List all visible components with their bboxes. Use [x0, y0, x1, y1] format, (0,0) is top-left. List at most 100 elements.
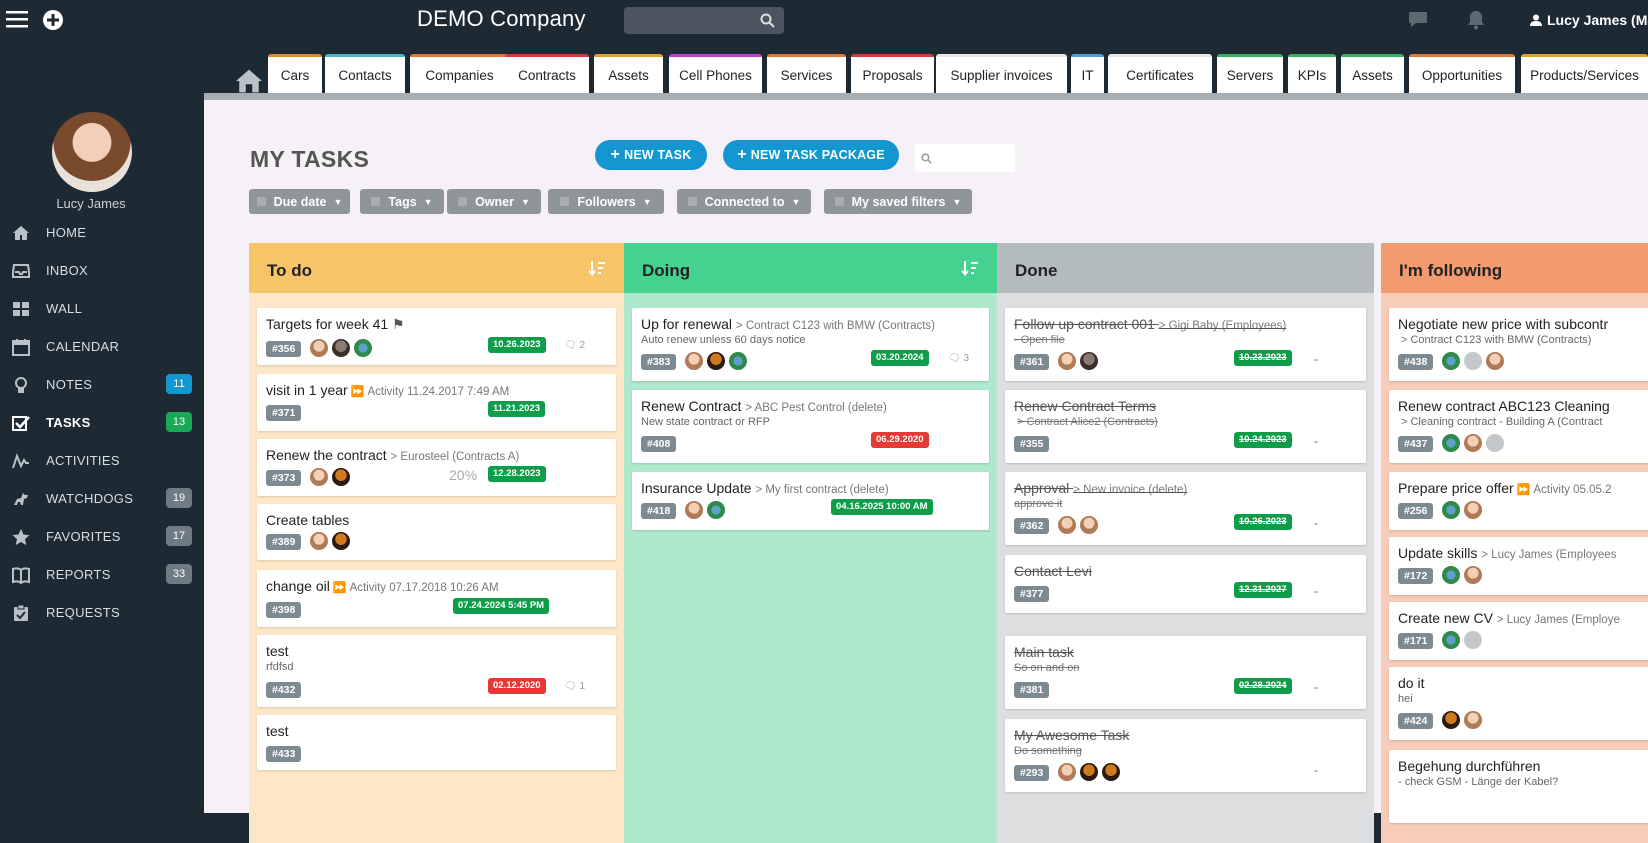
task-card[interactable]: Negotiate new price with subcontr > Contr… [1389, 308, 1648, 381]
tab-assets[interactable]: Assets [594, 54, 663, 94]
tab-proposals[interactable]: Proposals [851, 54, 934, 94]
task-card[interactable]: Begehung durchführen - check GSM - Länge … [1389, 750, 1648, 823]
task-menu-button[interactable]: - [1314, 516, 1318, 530]
tab-products-services[interactable]: Products/Services [1521, 54, 1648, 94]
sidebar-item-wall[interactable]: WALL [0, 289, 204, 327]
menu-icon[interactable] [6, 10, 28, 28]
add-circle-icon[interactable] [42, 9, 64, 31]
sort-icon[interactable] [961, 260, 979, 278]
sidebar-item-activities[interactable]: ACTIVITIES [0, 441, 204, 479]
new-task-button[interactable]: + NEW TASK [595, 140, 707, 170]
avatar[interactable] [1463, 565, 1483, 585]
tab-opportunities[interactable]: Opportunities [1409, 54, 1515, 94]
avatar[interactable] [1463, 433, 1483, 453]
avatar[interactable] [1441, 565, 1461, 585]
avatar[interactable] [684, 500, 704, 520]
sidebar-item-notes[interactable]: NOTES 11 [0, 365, 204, 403]
task-card[interactable]: test #433 [257, 715, 616, 770]
task-card[interactable]: Up for renewal > Contract C123 with BMW … [632, 308, 989, 381]
sidebar-item-inbox[interactable]: INBOX [0, 251, 204, 289]
task-card[interactable]: Insurance Update > My first contract (de… [632, 472, 989, 530]
tab-kpis[interactable]: KPIs [1288, 54, 1336, 94]
task-card[interactable]: Renew contract ABC123 Cleaning > Cleaning… [1389, 390, 1648, 463]
avatar[interactable] [728, 351, 748, 371]
home-tab-icon[interactable] [236, 66, 262, 96]
task-menu-button[interactable]: - [1314, 763, 1318, 777]
tab-assets[interactable]: Assets [1341, 54, 1404, 94]
filter-owner[interactable]: Owner ▼ [447, 189, 541, 214]
task-card[interactable]: Renew the contract > Eurosteel (Contract… [257, 439, 616, 496]
avatar[interactable] [52, 112, 132, 192]
task-card[interactable]: Renew Contract > ABC Pest Control (delet… [632, 390, 989, 463]
filter-tags[interactable]: Tags ▼ [360, 189, 444, 214]
tab-certificates[interactable]: Certificates [1108, 54, 1212, 94]
global-search-input[interactable] [624, 7, 784, 34]
sidebar-item-watchdogs[interactable]: WATCHDOGS 19 [0, 479, 204, 517]
avatar[interactable] [1079, 351, 1099, 371]
task-menu-button[interactable]: - [1314, 584, 1318, 598]
avatar[interactable] [331, 531, 351, 551]
task-card[interactable]: Main task So on and on #381 02.28.2024 - [1005, 636, 1366, 709]
sidebar-item-tasks[interactable]: TASKS 13 [0, 403, 204, 441]
sidebar-item-reports[interactable]: REPORTS 33 [0, 555, 204, 593]
tab-cars[interactable]: Cars [268, 54, 322, 94]
task-card[interactable]: Update skills > Lucy James (Employees #17… [1389, 537, 1648, 595]
avatar[interactable] [309, 467, 329, 487]
avatar[interactable] [1441, 433, 1461, 453]
avatar[interactable] [1485, 351, 1505, 371]
tab-contacts[interactable]: Contacts [325, 54, 405, 94]
filter-followers[interactable]: Followers ▼ [548, 189, 664, 214]
company-name[interactable]: DEMO Company [417, 6, 586, 32]
avatar[interactable] [1057, 762, 1077, 782]
task-card[interactable]: Create new CV > Lucy James (Employe #171 [1389, 602, 1648, 660]
avatar[interactable] [1463, 630, 1483, 650]
filter-due-date[interactable]: Due date ▼ [249, 189, 350, 214]
avatar[interactable] [1463, 351, 1483, 371]
avatar[interactable] [1079, 515, 1099, 535]
task-card[interactable]: change oil ⏩ Activity 07.17.2018 10:26 A… [257, 570, 616, 627]
task-card[interactable]: test rfdfsd #432 02.12.2020 🗨 1 [257, 635, 616, 707]
avatar[interactable] [1441, 630, 1461, 650]
user-menu[interactable]: Lucy James (Ma [1547, 12, 1648, 28]
avatar[interactable] [706, 500, 726, 520]
comment-count[interactable]: 🗨 1 [564, 681, 585, 692]
task-menu-button[interactable]: - [1314, 680, 1318, 694]
task-card[interactable]: visit in 1 year ⏩ Activity 11.24.2017 7:… [257, 374, 616, 431]
tab-supplier-invoices[interactable]: Supplier invoices [936, 54, 1067, 94]
avatar[interactable] [1441, 710, 1461, 730]
task-card[interactable]: Prepare price offer ⏩ Activity 05.05.2 #2… [1389, 472, 1648, 530]
tab-servers[interactable]: Servers [1217, 54, 1283, 94]
tab-companies[interactable]: Companies [410, 54, 509, 94]
bell-icon[interactable] [1467, 10, 1485, 30]
chat-icon[interactable] [1408, 11, 1428, 28]
new-task-package-button[interactable]: + NEW TASK PACKAGE [723, 140, 899, 170]
tab-contracts[interactable]: Contracts [505, 54, 589, 94]
filter-my-saved-filters[interactable]: My saved filters ▼ [824, 189, 972, 214]
task-card[interactable]: Contact Levi #377 12.31.2027 - [1005, 555, 1366, 613]
sidebar-user-name[interactable]: Lucy James [0, 196, 182, 211]
comment-count[interactable]: 🗨 2 [564, 340, 585, 351]
task-card[interactable]: do it hei #424 [1389, 667, 1648, 740]
sidebar-item-calendar[interactable]: CALENDAR [0, 327, 204, 365]
sidebar-item-home[interactable]: HOME [0, 213, 204, 251]
avatar[interactable] [706, 351, 726, 371]
avatar[interactable] [1101, 762, 1121, 782]
avatar[interactable] [1079, 762, 1099, 782]
tab-it[interactable]: IT [1071, 54, 1104, 94]
sidebar-item-requests[interactable]: REQUESTS [0, 593, 204, 631]
avatar[interactable] [1463, 710, 1483, 730]
task-menu-button[interactable]: - [1314, 434, 1318, 448]
avatar[interactable] [1441, 351, 1461, 371]
task-card[interactable]: Renew Contract Terms > Contract Alice2 (C… [1005, 390, 1366, 463]
task-card[interactable]: My Awesome Task Do something #293 - [1005, 719, 1366, 792]
avatar[interactable] [353, 338, 373, 358]
avatar[interactable] [684, 351, 704, 371]
avatar[interactable] [1057, 515, 1077, 535]
task-card[interactable]: Targets for week 41 ⚑ #356 10.26.2023 🗨 2 [257, 308, 616, 365]
tab-services[interactable]: Services [767, 54, 846, 94]
avatar[interactable] [331, 338, 351, 358]
tab-cell-phones[interactable]: Cell Phones [669, 54, 762, 94]
comment-count[interactable]: 🗨 3 [948, 353, 969, 364]
sort-icon[interactable] [588, 260, 606, 278]
avatar[interactable] [331, 467, 351, 487]
